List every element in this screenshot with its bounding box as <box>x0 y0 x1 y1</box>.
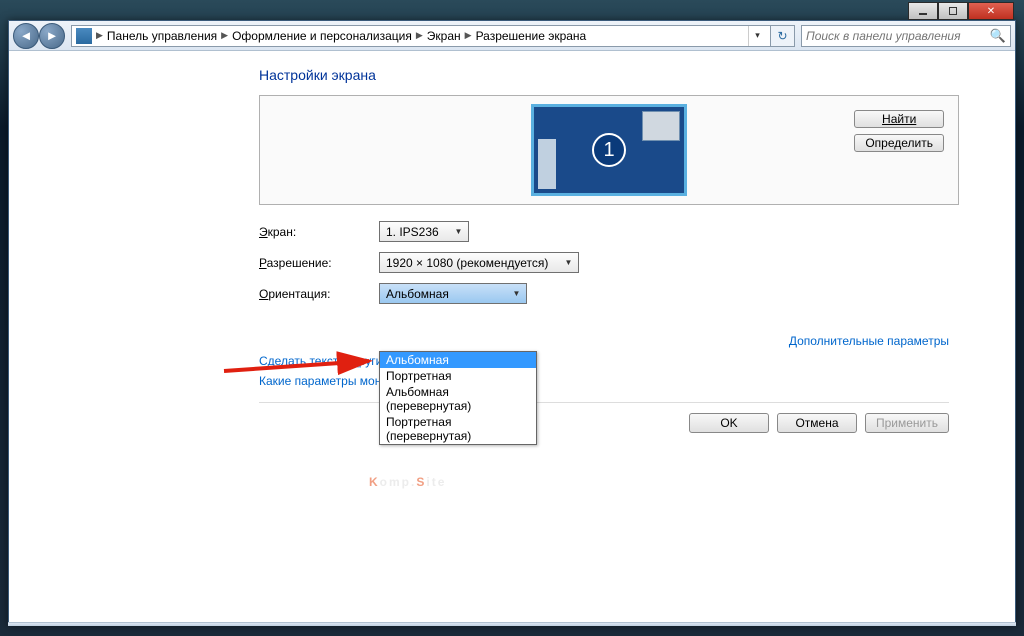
orientation-combo[interactable]: Альбомная ▼ <box>379 283 527 304</box>
text-size-link[interactable]: Сделать текст и другие <box>259 354 389 368</box>
monitor-number: 1 <box>592 133 626 167</box>
chevron-right-icon: ▶ <box>96 30 103 41</box>
breadcrumb-item[interactable]: Оформление и персонализация <box>232 29 412 43</box>
content-area: Настройки экрана 1 Найти Определить Экра… <box>9 51 1015 625</box>
apply-button[interactable]: Применить <box>865 413 949 433</box>
chevron-right-icon: ▶ <box>465 30 472 41</box>
resolution-combo[interactable]: 1920 × 1080 (рекомендуется) ▼ <box>379 252 579 273</box>
advanced-settings-link[interactable]: Дополнительные параметры <box>789 334 949 348</box>
resolution-label: Разрешение: <box>259 256 379 270</box>
chevron-down-icon: ▼ <box>510 287 523 300</box>
back-button[interactable]: ◄ <box>13 23 39 49</box>
orientation-label: Ориентация: <box>259 287 379 301</box>
window-bottom-border <box>8 622 1016 626</box>
breadcrumb-item[interactable]: Панель управления <box>107 29 217 43</box>
caption-buttons: ✕ <box>908 2 1014 20</box>
orientation-option[interactable]: Портретная (перевернутая) <box>380 414 536 444</box>
screen-label: Экран: <box>259 225 379 239</box>
explorer-window: ✕ ◄ ► ▶ Панель управления ▶ Оформление и… <box>8 20 1016 626</box>
screen-combo[interactable]: 1. IPS236 ▼ <box>379 221 469 242</box>
orientation-option[interactable]: Альбомная <box>380 352 536 368</box>
cancel-button[interactable]: Отмена <box>777 413 857 433</box>
orientation-option[interactable]: Альбомная (перевернутая) <box>380 384 536 414</box>
window-thumb-icon <box>642 111 680 141</box>
orientation-combo-value: Альбомная <box>386 287 449 301</box>
control-panel-icon <box>76 28 92 44</box>
screen-combo-value: 1. IPS236 <box>386 225 439 239</box>
orientation-dropdown-list: Альбомная Портретная Альбомная (переверн… <box>379 351 537 445</box>
orientation-option[interactable]: Портретная <box>380 368 536 384</box>
find-button[interactable]: Найти <box>854 110 944 128</box>
page-title: Настройки экрана <box>259 67 959 83</box>
forward-button[interactable]: ► <box>39 23 65 49</box>
close-button[interactable]: ✕ <box>968 2 1014 20</box>
chevron-down-icon: ▼ <box>452 225 465 238</box>
search-icon: 🔍 <box>990 28 1006 44</box>
ok-button[interactable]: OK <box>689 413 769 433</box>
detect-button[interactable]: Определить <box>854 134 944 152</box>
breadcrumb-item[interactable]: Экран <box>427 29 461 43</box>
divider <box>259 402 949 403</box>
taskbar-thumb-icon <box>538 139 556 189</box>
chevron-down-icon: ▼ <box>562 256 575 269</box>
chevron-right-icon: ▶ <box>416 30 423 41</box>
refresh-button[interactable]: ↻ <box>771 25 795 47</box>
monitor-thumbnail-1[interactable]: 1 <box>531 104 687 196</box>
minimize-button[interactable] <box>908 2 938 20</box>
maximize-button[interactable] <box>938 2 968 20</box>
address-bar[interactable]: ▶ Панель управления ▶ Оформление и персо… <box>71 25 771 47</box>
navigation-bar: ◄ ► ▶ Панель управления ▶ Оформление и п… <box>9 21 1015 51</box>
resolution-combo-value: 1920 × 1080 (рекомендуется) <box>386 256 548 270</box>
breadcrumb-item[interactable]: Разрешение экрана <box>476 29 587 43</box>
search-input[interactable] <box>806 29 990 43</box>
search-box[interactable]: 🔍 <box>801 25 1011 47</box>
chevron-right-icon: ▶ <box>221 30 228 41</box>
address-dropdown-button[interactable]: ▾ <box>748 26 766 46</box>
display-preview: 1 Найти Определить <box>259 95 959 205</box>
